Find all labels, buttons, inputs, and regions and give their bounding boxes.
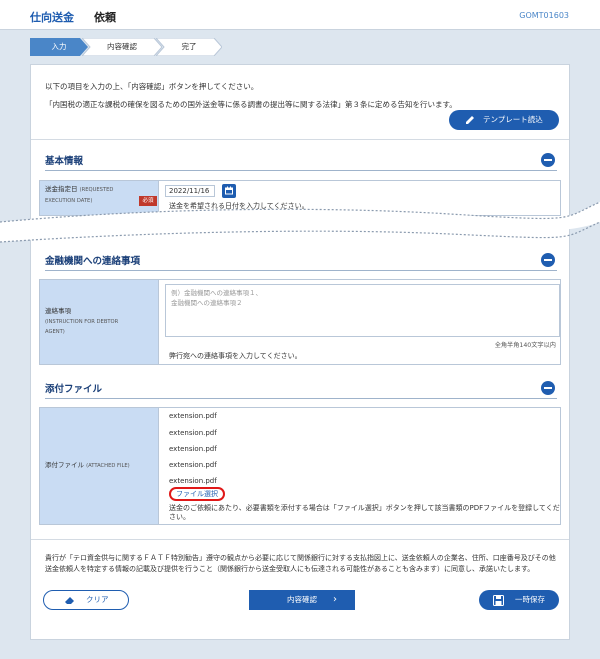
- char-limit-text: 全角半角140文字以内: [494, 342, 556, 349]
- attachment-help-text-1: 送金のご依頼にあたり、必要書類を添付する場合は「ファイル選択」ボタンを押して該当…: [169, 504, 560, 512]
- omission-wave: [0, 201, 600, 243]
- chevron-right-icon: ›: [333, 594, 337, 605]
- instruction-label-en: (INSTRUCTION FOR DEBTOR: [45, 319, 119, 325]
- instruction-label-en-2: AGENT): [45, 329, 65, 335]
- page-subtitle: 依頼: [94, 11, 116, 24]
- divider: [31, 539, 569, 540]
- attached-file-1[interactable]: extension.pdf: [169, 412, 217, 420]
- attached-file-5[interactable]: extension.pdf: [169, 477, 217, 485]
- eraser-icon: [65, 597, 74, 604]
- placeholder-line-2: 金融機関への連絡事項２: [171, 299, 243, 307]
- section-title-bank-contact: 金融機関への連絡事項: [45, 256, 141, 267]
- template-load-button[interactable]: テンプレート読込: [449, 110, 559, 130]
- step-confirm: 内容確認: [82, 38, 162, 56]
- attached-file-3[interactable]: extension.pdf: [169, 445, 217, 453]
- file-select-button[interactable]: ファイル選択: [169, 487, 225, 501]
- intro-text-1: 以下の項目を入力の上、「内容確認」ボタンを押してください。: [45, 82, 259, 91]
- instruction-textarea[interactable]: 例）金融機関への連絡事項１、 金融機関への連絡事項２: [165, 284, 560, 337]
- instruction-label-cell: 連絡事項 (INSTRUCTION FOR DEBTOR AGENT): [40, 280, 159, 364]
- section-title-basic: 基本情報: [45, 156, 84, 167]
- page-title: 仕向送金: [30, 11, 74, 24]
- step-complete: 完了: [156, 38, 222, 56]
- attached-file-label-cell: 添付ファイル (ATTACHED FILE): [40, 408, 159, 524]
- pencil-icon: [466, 116, 474, 124]
- screen-id: GOMT01603: [519, 11, 569, 20]
- attachment-help-text-2: さい。: [169, 513, 190, 521]
- intro-text-2: 「内国税の適正な課税の確保を図るための国外送金等に係る調書の提出等に関する法律」…: [45, 100, 457, 109]
- attached-file-2[interactable]: extension.pdf: [169, 429, 217, 437]
- section-underline: [45, 398, 557, 399]
- instruction-help-text: 弊行宛への連絡事項を入力してください。: [169, 352, 302, 360]
- instruction-label: 連絡事項: [45, 307, 71, 315]
- section-underline: [45, 270, 557, 271]
- step-input: 入力: [30, 38, 88, 56]
- temporary-save-button[interactable]: 一時保存: [479, 590, 559, 610]
- bank-contact-table: 連絡事項 (INSTRUCTION FOR DEBTOR AGENT) 例）金融…: [39, 279, 561, 365]
- attached-file-4[interactable]: extension.pdf: [169, 461, 217, 469]
- placeholder-line-1: 例）金融機関への連絡事項１、: [171, 289, 262, 297]
- collapse-basic-icon[interactable]: [541, 153, 555, 167]
- save-icon: [493, 595, 504, 606]
- consent-notice: 貴行が「テロ資金供与に関するＦＡＴＦ特別勧告」遵守の観点から必要に応じて関係銀行…: [45, 554, 556, 573]
- confirm-button[interactable]: 内容確認 ›: [249, 590, 355, 610]
- clear-button[interactable]: クリア: [43, 590, 129, 610]
- main-panel: 以下の項目を入力の上、「内容確認」ボタンを押してください。 「内国税の適正な課税…: [30, 64, 570, 640]
- attached-file-label: 添付ファイル: [45, 461, 84, 469]
- attachments-table: 添付ファイル (ATTACHED FILE) extension.pdf ext…: [39, 407, 561, 525]
- collapse-bank-contact-icon[interactable]: [541, 253, 555, 267]
- collapse-attachments-icon[interactable]: [541, 381, 555, 395]
- section-title-attachments: 添付ファイル: [45, 384, 103, 395]
- app-header: 仕向送金 依頼 GOMT01603: [0, 0, 600, 30]
- divider: [31, 139, 569, 140]
- attached-file-label-en: (ATTACHED FILE): [86, 463, 130, 469]
- section-underline: [45, 170, 557, 171]
